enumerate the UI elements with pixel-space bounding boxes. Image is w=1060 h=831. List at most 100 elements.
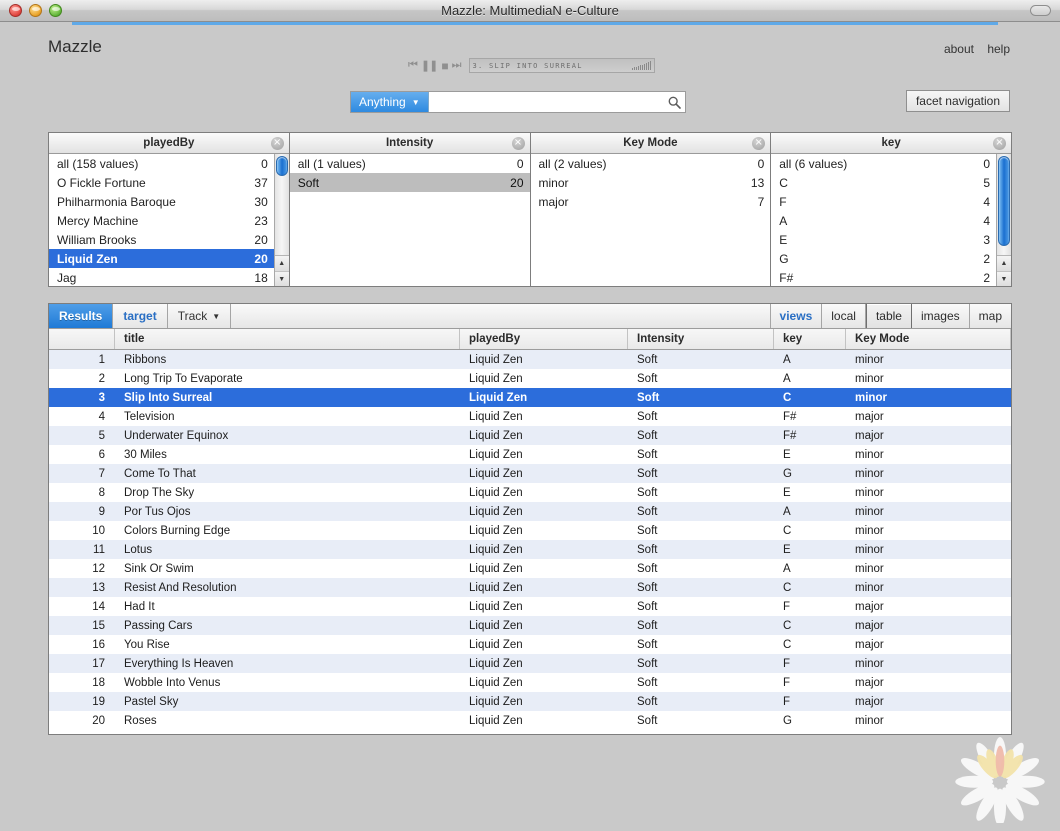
facet-value-label: all (1 values): [298, 157, 511, 171]
table-row[interactable]: 11LotusLiquid ZenSoftEminor: [49, 540, 1011, 559]
table-row[interactable]: 19Pastel SkyLiquid ZenSoftFmajor: [49, 692, 1011, 711]
column-header-playedby[interactable]: playedBy: [460, 329, 628, 349]
cell-keymode: minor: [846, 578, 1011, 597]
facet-value-row[interactable]: all (1 values)0: [290, 154, 530, 173]
facet-scrollbar[interactable]: ▲▼: [996, 154, 1011, 286]
facet-value-row[interactable]: Soft20: [290, 173, 530, 192]
scroll-down-icon[interactable]: ▼: [275, 271, 289, 286]
results-panel: Results target Track ▼ views localtablei…: [48, 303, 1012, 735]
cell-keymode: major: [846, 635, 1011, 654]
close-icon[interactable]: ×: [271, 137, 284, 150]
resize-icon[interactable]: [1030, 5, 1051, 16]
facet-value-label: Mercy Machine: [57, 214, 248, 228]
scroll-up-icon[interactable]: ▲: [275, 256, 289, 271]
cell-key: A: [774, 350, 846, 369]
table-row[interactable]: 2Long Trip To EvaporateLiquid ZenSoftAmi…: [49, 369, 1011, 388]
zoom-window-button[interactable]: [49, 4, 62, 17]
table-row[interactable]: 5Underwater EquinoxLiquid ZenSoftF#major: [49, 426, 1011, 445]
search-scope-dropdown[interactable]: Anything ▼: [351, 92, 429, 112]
facet-value-row[interactable]: C5: [771, 173, 996, 192]
facet-value-row[interactable]: E3: [771, 230, 996, 249]
table-row[interactable]: 1RibbonsLiquid ZenSoftAminor: [49, 350, 1011, 369]
table-row[interactable]: 20RosesLiquid ZenSoftGminor: [49, 711, 1011, 730]
view-button-local[interactable]: local: [822, 304, 866, 328]
facet-body: all (158 values)0O Fickle Fortune37Philh…: [49, 154, 289, 286]
view-button-map[interactable]: map: [970, 304, 1011, 328]
close-icon[interactable]: ×: [993, 137, 1006, 150]
facet-value-row[interactable]: F4: [771, 192, 996, 211]
stop-icon[interactable]: ■: [441, 59, 447, 73]
close-window-button[interactable]: [9, 4, 22, 17]
tab-results[interactable]: Results: [49, 304, 113, 328]
cell-key: F: [774, 673, 846, 692]
facet-value-row[interactable]: William Brooks20: [49, 230, 274, 249]
table-row[interactable]: 15Passing CarsLiquid ZenSoftCmajor: [49, 616, 1011, 635]
search-icon[interactable]: [663, 92, 685, 112]
facet-value-row[interactable]: Jag18: [49, 268, 274, 286]
view-button-table[interactable]: table: [866, 304, 912, 328]
table-row[interactable]: 13Resist And ResolutionLiquid ZenSoftCmi…: [49, 578, 1011, 597]
scrollbar-thumb[interactable]: [998, 156, 1010, 246]
cell-playedby: Liquid Zen: [460, 635, 628, 654]
facet-value-row[interactable]: Mercy Machine23: [49, 211, 274, 230]
facet-value-row[interactable]: A4: [771, 211, 996, 230]
tab-target[interactable]: target: [113, 304, 167, 328]
track-dropdown[interactable]: Track ▼: [168, 304, 231, 328]
facet-value-label: William Brooks: [57, 233, 248, 247]
facet-navigation-button[interactable]: facet navigation: [906, 90, 1010, 112]
column-header-key[interactable]: key: [774, 329, 846, 349]
table-row[interactable]: 4TelevisionLiquid ZenSoftF#major: [49, 407, 1011, 426]
column-header-intensity[interactable]: Intensity: [628, 329, 774, 349]
column-header-title[interactable]: title: [115, 329, 460, 349]
facet-value-row[interactable]: minor13: [531, 173, 771, 192]
facet-title: key: [882, 137, 901, 149]
table-row[interactable]: 12Sink Or SwimLiquid ZenSoftAminor: [49, 559, 1011, 578]
table-row[interactable]: 14Had ItLiquid ZenSoftFmajor: [49, 597, 1011, 616]
scrollbar-thumb[interactable]: [276, 156, 288, 176]
scrollbar-track[interactable]: [275, 154, 289, 255]
table-row[interactable]: 10Colors Burning EdgeLiquid ZenSoftCmino…: [49, 521, 1011, 540]
facet-value-row[interactable]: Liquid Zen20: [49, 249, 274, 268]
cell-keymode: minor: [846, 464, 1011, 483]
scrollbar-track[interactable]: [997, 154, 1011, 255]
facet-value-row[interactable]: major7: [531, 192, 771, 211]
scroll-up-icon[interactable]: ▲: [997, 256, 1011, 271]
view-button-images[interactable]: images: [912, 304, 970, 328]
facet-value-row[interactable]: F#2: [771, 268, 996, 286]
facet-value-row[interactable]: Philharmonia Baroque30: [49, 192, 274, 211]
table-row[interactable]: 3Slip Into SurrealLiquid ZenSoftCminor: [49, 388, 1011, 407]
scrollbar-arrows: ▲▼: [997, 255, 1011, 286]
column-header-index[interactable]: [49, 329, 115, 349]
minimize-window-button[interactable]: [29, 4, 42, 17]
cell-key: F: [774, 654, 846, 673]
close-icon[interactable]: ×: [752, 137, 765, 150]
table-row[interactable]: 9Por Tus OjosLiquid ZenSoftAminor: [49, 502, 1011, 521]
skip-back-icon[interactable]: ⏮: [408, 59, 417, 72]
table-row[interactable]: 17Everything Is HeavenLiquid ZenSoftFmin…: [49, 654, 1011, 673]
skip-forward-icon[interactable]: ⏭: [452, 59, 461, 72]
facet-header: Key Mode ×: [531, 133, 771, 154]
about-link[interactable]: about: [944, 42, 974, 56]
facet-value-row[interactable]: all (158 values)0: [49, 154, 274, 173]
facet-value-row[interactable]: G2: [771, 249, 996, 268]
cell-index: 20: [49, 711, 115, 730]
cell-keymode: minor: [846, 559, 1011, 578]
table-row[interactable]: 7Come To ThatLiquid ZenSoftGminor: [49, 464, 1011, 483]
scroll-down-icon[interactable]: ▼: [997, 271, 1011, 286]
search-input[interactable]: [429, 92, 663, 112]
table-row[interactable]: 630 MilesLiquid ZenSoftEminor: [49, 445, 1011, 464]
table-row[interactable]: 16You RiseLiquid ZenSoftCmajor: [49, 635, 1011, 654]
table-row[interactable]: 18Wobble Into VenusLiquid ZenSoftFmajor: [49, 673, 1011, 692]
facet-scrollbar[interactable]: ▲▼: [274, 154, 289, 286]
app-header: Mazzle ⏮ ❚❚ ■ ⏭ 3. SLIP INTO SURREAL abo…: [0, 25, 1060, 63]
facet-value-row[interactable]: all (6 values)0: [771, 154, 996, 173]
close-icon[interactable]: ×: [512, 137, 525, 150]
facet-value-row[interactable]: all (2 values)0: [531, 154, 771, 173]
pause-icon[interactable]: ❚❚: [421, 59, 437, 72]
facet-title: Key Mode: [623, 137, 677, 149]
table-row[interactable]: 8Drop The SkyLiquid ZenSoftEminor: [49, 483, 1011, 502]
cell-intensity: Soft: [628, 711, 774, 730]
facet-value-row[interactable]: O Fickle Fortune37: [49, 173, 274, 192]
help-link[interactable]: help: [987, 42, 1010, 56]
column-header-keymode[interactable]: Key Mode: [846, 329, 1011, 349]
